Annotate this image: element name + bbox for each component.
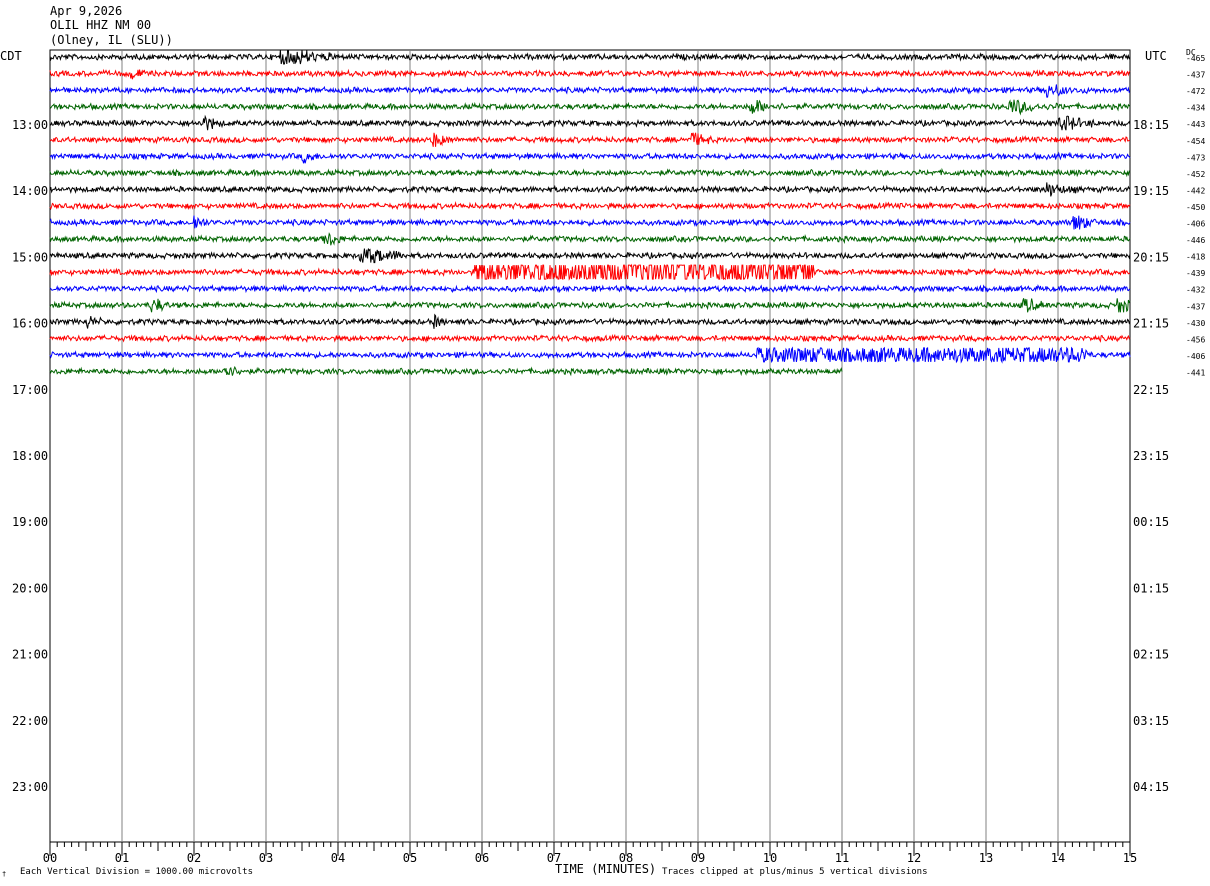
utc-hour-label: 18:15 xyxy=(1133,118,1169,132)
seismic-trace xyxy=(49,201,1131,211)
dc-offset-label: -456 xyxy=(1186,335,1205,344)
cdt-hour-label: 17:00 xyxy=(12,383,48,397)
plot-frame xyxy=(49,49,1131,843)
dc-column-title: DC xyxy=(1186,48,1196,57)
dc-offset-label: -443 xyxy=(1186,120,1205,129)
cdt-hour-label: 13:00 xyxy=(12,118,48,132)
utc-hour-label: 00:15 xyxy=(1133,515,1169,529)
seismic-trace xyxy=(49,182,1131,197)
corner-mark: † xyxy=(2,870,7,878)
dc-offset-label: -454 xyxy=(1186,137,1205,146)
x-tick-label: 15 xyxy=(1123,851,1137,865)
seismic-trace xyxy=(49,346,1131,364)
seismic-trace xyxy=(49,263,1131,281)
seismic-trace xyxy=(49,132,1131,147)
seismic-trace xyxy=(49,49,1131,65)
dc-offset-label: -441 xyxy=(1186,368,1205,377)
cdt-hour-label: 16:00 xyxy=(12,317,48,331)
dc-offset-label: -437 xyxy=(1186,71,1205,80)
seismic-trace xyxy=(49,283,1131,294)
utc-hour-label: 04:15 xyxy=(1133,780,1169,794)
seismic-trace xyxy=(49,313,1131,329)
x-tick-label: 02 xyxy=(187,851,201,865)
utc-hour-label: 21:15 xyxy=(1133,317,1169,331)
cdt-hour-label: 15:00 xyxy=(12,250,48,264)
x-tick-label: 06 xyxy=(475,851,489,865)
seismic-trace xyxy=(49,167,1131,178)
dc-offset-label: -437 xyxy=(1186,302,1205,311)
seismic-trace xyxy=(49,365,843,377)
seismic-trace xyxy=(49,248,1131,264)
dc-offset-label: -434 xyxy=(1186,104,1205,113)
utc-hour-label: 01:15 xyxy=(1133,581,1169,595)
seismic-trace xyxy=(49,151,1131,164)
dc-offset-label: -452 xyxy=(1186,170,1205,179)
cdt-hour-label: 18:00 xyxy=(12,449,48,463)
x-tick-label: 09 xyxy=(691,851,705,865)
seismic-trace xyxy=(49,99,1131,116)
seismic-trace xyxy=(49,68,1131,80)
x-axis-label: TIME (MINUTES) xyxy=(555,862,657,876)
dc-offset-label: -446 xyxy=(1186,236,1205,245)
seismic-trace xyxy=(49,333,1131,344)
cdt-hour-label: 21:00 xyxy=(12,648,48,662)
cdt-hour-label: 23:00 xyxy=(12,780,48,794)
x-tick-label: 04 xyxy=(331,851,345,865)
seismic-trace xyxy=(49,215,1131,230)
dc-offset-label: -432 xyxy=(1186,286,1205,295)
dc-offset-label: -472 xyxy=(1186,87,1205,96)
utc-hour-label: 23:15 xyxy=(1133,449,1169,463)
dc-offset-label: -439 xyxy=(1186,269,1205,278)
x-tick-label: 05 xyxy=(403,851,417,865)
dc-offset-label: -406 xyxy=(1186,220,1205,229)
cdt-hour-label: 14:00 xyxy=(12,184,48,198)
x-tick-label: 12 xyxy=(907,851,921,865)
dc-offset-label: -450 xyxy=(1186,203,1205,212)
clip-note: Traces clipped at plus/minus 5 vertical … xyxy=(662,867,928,877)
cdt-hour-label: 22:00 xyxy=(12,714,48,728)
seismic-trace xyxy=(49,232,1131,246)
cdt-hour-label: 19:00 xyxy=(12,515,48,529)
x-tick-label: 03 xyxy=(259,851,273,865)
seismic-trace xyxy=(49,298,1131,313)
seismic-trace xyxy=(49,114,1131,131)
right-axis-title: UTC xyxy=(1145,49,1167,63)
x-tick-label: 11 xyxy=(835,851,849,865)
cdt-hour-label: 20:00 xyxy=(12,581,48,595)
x-tick-label: 00 xyxy=(43,851,57,865)
dc-offset-label: -406 xyxy=(1186,352,1205,361)
utc-hour-label: 22:15 xyxy=(1133,383,1169,397)
utc-hour-label: 19:15 xyxy=(1133,184,1169,198)
utc-hour-label: 03:15 xyxy=(1133,714,1169,728)
x-tick-label: 14 xyxy=(1051,851,1065,865)
left-axis-title: CDT xyxy=(0,49,22,63)
x-tick-label: 13 xyxy=(979,851,993,865)
x-tick-label: 01 xyxy=(115,851,129,865)
seismic-trace xyxy=(49,84,1131,98)
seismogram-plot: 00 01 02 03 04 05 06 07 08 09 10 11 12 13 14 1513:0014:… xyxy=(12,49,1205,865)
dc-offset-label: -430 xyxy=(1186,319,1205,328)
dc-offset-label: -473 xyxy=(1186,153,1205,162)
dc-offset-label: -442 xyxy=(1186,186,1205,195)
utc-hour-label: 02:15 xyxy=(1133,648,1169,662)
x-tick-label: 10 xyxy=(763,851,777,865)
utc-hour-label: 20:15 xyxy=(1133,250,1169,264)
dc-offset-label: -418 xyxy=(1186,253,1205,262)
scale-note: Each Vertical Division = 1000.00 microvo… xyxy=(20,867,253,877)
